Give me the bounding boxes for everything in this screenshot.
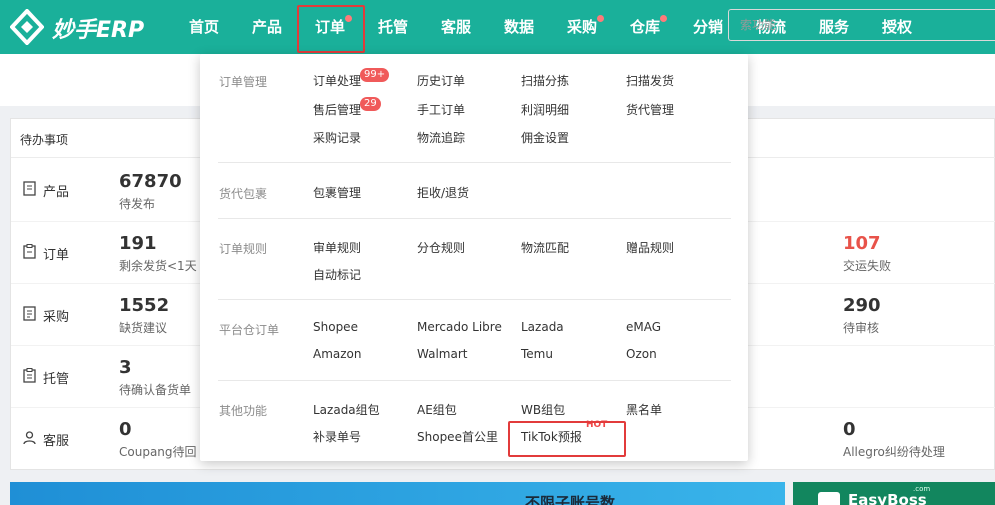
menu-rejection-return[interactable]: 拒收/退货 bbox=[417, 184, 469, 201]
menu-emag[interactable]: eMAG bbox=[626, 320, 661, 334]
menu-commission-settings[interactable]: 佣金设置 bbox=[521, 129, 569, 146]
nav-warehouse[interactable]: 仓库 bbox=[629, 0, 661, 54]
hosting-confirm-label: 待确认备货单 bbox=[119, 383, 192, 397]
menu-temu[interactable]: Temu bbox=[521, 347, 553, 361]
menu-review-rules[interactable]: 审单规则 bbox=[313, 239, 361, 256]
menu-amazon[interactable]: Amazon bbox=[313, 347, 362, 361]
menu-after-sales[interactable]: 售后管理 bbox=[313, 101, 361, 118]
nav-home[interactable]: 首页 bbox=[188, 0, 220, 54]
logo-icon[interactable] bbox=[10, 9, 44, 45]
menu-wb-bundling[interactable]: WB组包 bbox=[521, 401, 565, 418]
todo-row-label-order: 订单 bbox=[43, 248, 70, 263]
nav-order[interactable]: 订单 bbox=[314, 0, 346, 54]
menu-auto-tagging[interactable]: 自动标记 bbox=[313, 266, 361, 283]
menu-manual-order[interactable]: 手工订单 bbox=[417, 101, 465, 118]
coupang-pending-count[interactable]: 0 bbox=[119, 419, 132, 440]
nav-distribution[interactable]: 分销 bbox=[692, 0, 724, 54]
nav-customer-service[interactable]: 客服 bbox=[440, 0, 472, 54]
brand-name[interactable]: 妙手ERP bbox=[52, 12, 144, 44]
dropdown-divider bbox=[218, 218, 731, 219]
menu-warehouse-split-rules[interactable]: 分仓规则 bbox=[417, 239, 465, 256]
menu-purchase-records[interactable]: 采购记录 bbox=[313, 129, 361, 146]
dropdown-section-order-management: 订单管理 bbox=[219, 75, 268, 89]
service-user-icon bbox=[23, 431, 36, 445]
menu-ae-bundling[interactable]: AE组包 bbox=[417, 401, 457, 418]
promo-banner-left[interactable] bbox=[10, 482, 785, 505]
purchase-doc-icon bbox=[23, 306, 36, 321]
nav-order-notification-dot bbox=[345, 15, 352, 22]
menu-order-processing[interactable]: 订单处理 bbox=[313, 72, 361, 89]
nav-purchase[interactable]: 采购 bbox=[566, 0, 598, 54]
order-processing-badge: 99+ bbox=[360, 68, 390, 82]
dropdown-divider bbox=[218, 299, 731, 300]
easyboss-logo-icon bbox=[818, 492, 840, 505]
promo-banner-left-text: 不限子账号数 bbox=[525, 494, 616, 505]
menu-shopee[interactable]: Shopee bbox=[313, 320, 358, 334]
nav-hosting[interactable]: 托管 bbox=[377, 0, 409, 54]
order-clipboard-icon bbox=[23, 244, 36, 259]
promo-banner-right-suffix: .com bbox=[913, 485, 931, 493]
menu-supplement-tracking-number[interactable]: 补录单号 bbox=[313, 428, 361, 445]
nav-purchase-notification-dot bbox=[597, 15, 604, 22]
dropdown-section-forwarder-packages: 货代包裹 bbox=[219, 187, 268, 201]
product-pending-label: 待发布 bbox=[119, 197, 156, 211]
menu-lazada[interactable]: Lazada bbox=[521, 320, 564, 334]
todo-row-label-purchase: 采购 bbox=[43, 310, 70, 325]
dropdown-section-other-functions: 其他功能 bbox=[219, 404, 268, 418]
after-sales-badge: 29 bbox=[360, 97, 381, 111]
hosting-confirm-count[interactable]: 3 bbox=[119, 357, 132, 378]
menu-ozon[interactable]: Ozon bbox=[626, 347, 657, 361]
order-ship-urgent-count[interactable]: 191 bbox=[119, 233, 157, 254]
product-pending-count[interactable]: 67870 bbox=[119, 171, 182, 192]
menu-forwarder-management[interactable]: 货代管理 bbox=[626, 101, 674, 118]
menu-scan-sorting[interactable]: 扫描分拣 bbox=[521, 72, 569, 89]
dropdown-section-platform-warehouse-orders: 平台仓订单 bbox=[219, 323, 280, 337]
menu-logistics-matching[interactable]: 物流匹配 bbox=[521, 239, 569, 256]
menu-logistics-tracking[interactable]: 物流追踪 bbox=[417, 129, 465, 146]
todo-panel-title: 待办事项 bbox=[20, 133, 69, 147]
purchase-pending-review-count[interactable]: 290 bbox=[843, 295, 881, 316]
todo-row-label-product: 产品 bbox=[43, 185, 70, 200]
menu-scan-shipping[interactable]: 扫描发货 bbox=[626, 72, 674, 89]
menu-tiktok-forecast[interactable]: TikTok预报 bbox=[521, 428, 582, 445]
dropdown-divider bbox=[218, 380, 731, 381]
promo-banner-right-text: EasyBoss bbox=[848, 491, 927, 505]
menu-order-history[interactable]: 历史订单 bbox=[417, 72, 465, 89]
menu-shopee-first-mile[interactable]: Shopee首公里 bbox=[417, 428, 498, 445]
purchase-shortage-count[interactable]: 1552 bbox=[119, 295, 169, 316]
product-doc-icon bbox=[23, 181, 36, 196]
menu-profit-details[interactable]: 利润明细 bbox=[521, 101, 569, 118]
allegro-dispute-label: Allegro纠纷待处理 bbox=[843, 445, 945, 459]
menu-lazada-bundling[interactable]: Lazada组包 bbox=[313, 401, 380, 418]
hosting-clipboard-icon bbox=[23, 368, 36, 383]
nav-warehouse-notification-dot bbox=[660, 15, 667, 22]
dropdown-section-order-rules: 订单规则 bbox=[219, 242, 268, 256]
todo-row-label-service: 客服 bbox=[43, 434, 70, 449]
menu-gift-rules[interactable]: 赠品规则 bbox=[626, 239, 674, 256]
nav-data[interactable]: 数据 bbox=[503, 0, 535, 54]
allegro-dispute-count[interactable]: 0 bbox=[843, 419, 856, 440]
order-handover-failed-count[interactable]: 107 bbox=[843, 233, 881, 254]
hot-tag: HOT bbox=[586, 420, 608, 430]
menu-mercado-libre[interactable]: Mercado Libre bbox=[417, 320, 502, 334]
purchase-pending-review-label: 待审核 bbox=[843, 321, 880, 335]
dropdown-divider bbox=[218, 162, 731, 163]
order-ship-urgent-label: 剩余发货<1天 bbox=[119, 259, 197, 273]
menu-blacklist[interactable]: 黑名单 bbox=[626, 401, 662, 418]
coupang-pending-label: Coupang待回 bbox=[119, 445, 197, 459]
purchase-shortage-label: 缺货建议 bbox=[119, 321, 168, 335]
menu-walmart[interactable]: Walmart bbox=[417, 347, 467, 361]
nav-product[interactable]: 产品 bbox=[251, 0, 283, 54]
function-search-placeholder: 索功能 bbox=[740, 18, 777, 32]
order-handover-failed-label: 交运失败 bbox=[843, 259, 892, 273]
menu-package-management[interactable]: 包裹管理 bbox=[313, 184, 361, 201]
todo-row-label-hosting: 托管 bbox=[43, 372, 70, 387]
